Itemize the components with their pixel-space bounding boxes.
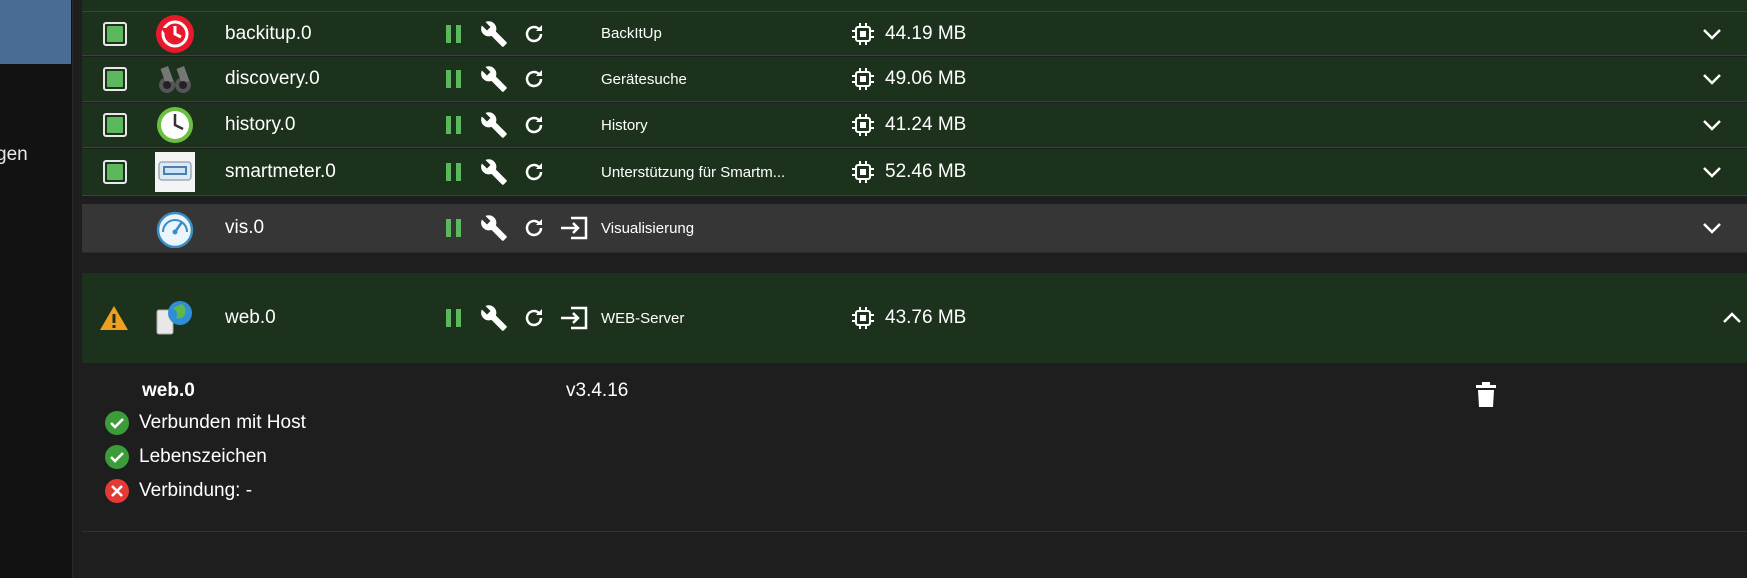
restart-icon[interactable] [514,152,554,192]
chevron-down-icon[interactable] [1702,57,1722,101]
restart-icon[interactable] [514,105,554,145]
backitup-clock-icon [154,12,196,55]
memory-value: 44.19 MB [885,22,967,44]
enable-checkbox[interactable] [103,149,127,195]
status-label: Verbunden mit Host [139,412,306,433]
smartmeter-icon [154,149,196,195]
adapter-description: Gerätesuche [601,70,687,88]
adapter-name: web.0 [225,307,276,328]
adapter-description: Visualisierung [601,219,695,237]
adapter-name: backitup.0 [225,22,312,44]
memory-value: 49.06 MB [885,68,967,89]
check-circle-icon [105,445,129,469]
enable-checkbox[interactable] [103,12,127,55]
wrench-icon[interactable] [474,208,514,248]
wrench-icon[interactable] [474,298,514,338]
adapter-description: WEB-Server [601,309,685,327]
memory-readout: 52.46 MB [851,149,966,195]
adapter-name: vis.0 [225,217,265,238]
history-clock-icon [154,103,196,147]
open-link-icon[interactable] [554,298,594,338]
memory-readout: 43.76 MB [851,273,966,363]
table-row: discovery.0 Gerätesuche 49.06 MB [82,57,1747,102]
chip-icon [852,307,874,329]
sidebar-item-label[interactable]: gen [0,144,28,166]
status-line: Lebenszeichen [104,444,267,470]
chevron-down-icon[interactable] [1702,204,1722,252]
trash-icon[interactable] [1475,382,1497,413]
adapter-list: backitup.0 BackItUp 44.19 MB discovery.0… [82,0,1747,578]
detail-adapter-name: web.0 [142,380,195,401]
chevron-down-icon[interactable] [1702,103,1722,147]
memory-readout: 44.19 MB [851,12,966,55]
enable-checkbox[interactable] [103,57,127,101]
memory-readout: 41.24 MB [851,103,966,147]
pause-icon[interactable] [434,298,474,338]
pause-icon[interactable] [434,208,474,248]
restart-icon[interactable] [514,59,554,99]
open-link-icon[interactable] [554,208,594,248]
chevron-up-icon[interactable] [1722,273,1742,363]
wrench-icon[interactable] [474,152,514,192]
pause-icon[interactable] [434,105,474,145]
memory-value: 41.24 MB [885,114,967,135]
web-globe-icon [154,273,196,363]
pause-icon[interactable] [434,152,474,192]
table-row: history.0 History 41.24 MB [82,103,1747,148]
pause-icon[interactable] [434,14,474,54]
check-circle-icon [105,411,129,435]
detail-version: v3.4.16 [566,380,629,401]
pause-icon[interactable] [434,59,474,99]
sidebar: gen [0,0,73,578]
enable-checkbox[interactable] [103,103,127,147]
binoculars-icon [154,57,196,101]
table-row: smartmeter.0 Unterstützung für Smartm...… [82,149,1747,196]
wrench-icon[interactable] [474,105,514,145]
status-line: Verbindung: - [104,478,252,504]
adapter-name: smartmeter.0 [225,161,336,182]
adapter-name: history.0 [225,114,296,135]
status-label: Lebenszeichen [139,446,267,467]
checkbox[interactable] [103,0,127,11]
table-row: backitup.0 BackItUp 44.19 MB [82,12,1747,56]
memory-value: 52.46 MB [885,161,967,182]
status-line: Verbunden mit Host [104,410,306,436]
adapter-description: Unterstützung für Smartm... [601,163,786,181]
restart-icon[interactable] [514,298,554,338]
status-label: Verbindung: - [139,480,253,501]
wrench-icon[interactable] [474,14,514,54]
memory-value: 43.76 MB [885,307,967,328]
adapter-detail-panel: web.0 v3.4.16 Verbunden mit Host Lebensz… [82,364,1747,532]
wrench-icon[interactable] [474,59,514,99]
adapter-description: BackItUp [601,25,662,42]
sidebar-active-item[interactable] [0,0,71,64]
chevron-down-icon[interactable] [1702,149,1722,195]
table-row-partial [82,0,1747,12]
chip-icon [852,68,874,90]
chip-icon [852,161,874,183]
chevron-down-icon[interactable] [1702,12,1722,55]
memory-readout: 49.06 MB [851,57,966,101]
adapter-name: discovery.0 [225,68,320,89]
restart-icon[interactable] [514,14,554,54]
table-row-expanded: web.0 WEB-Server 43.76 MB [82,273,1747,363]
table-row: vis.0 Visualisierung [82,204,1747,253]
warning-icon [99,273,129,363]
restart-icon[interactable] [514,208,554,248]
gauge-icon [154,204,196,252]
chip-icon [852,22,874,45]
chip-icon [852,114,874,136]
error-circle-icon [105,479,129,503]
adapter-description: History [601,116,648,134]
